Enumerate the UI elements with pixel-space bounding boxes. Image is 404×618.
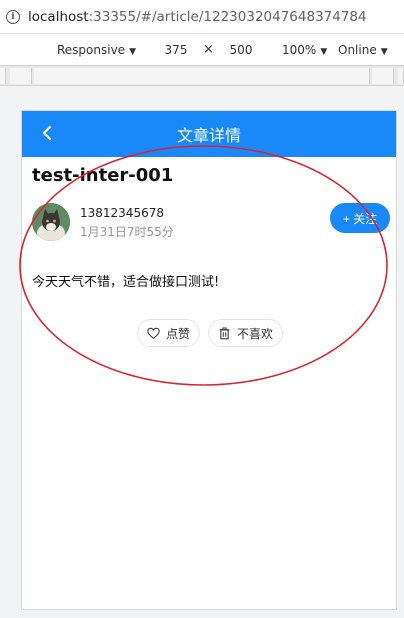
ruler-segment[interactable] — [398, 68, 404, 84]
avatar-image — [32, 203, 70, 241]
responsive-dropdown[interactable]: Responsive ▼ — [57, 43, 136, 57]
author-info: 13812345678 1月31日7时55分 + 关注 — [32, 203, 390, 243]
like-button[interactable]: 点赞 — [136, 319, 200, 347]
caret-down-icon: ▼ — [320, 47, 328, 57]
author-name: 13812345678 — [80, 206, 164, 220]
caret-down-icon: ▼ — [380, 47, 388, 57]
dislike-button[interactable]: 不喜欢 — [208, 319, 284, 347]
ruler-segment[interactable] — [0, 68, 6, 84]
network-dropdown[interactable]: Online ▼ — [338, 43, 388, 57]
article-title: test-inter-001 — [32, 165, 174, 186]
times-sign: × — [203, 42, 214, 57]
follow-button[interactable]: + 关注 — [330, 203, 390, 233]
page-title: 文章详情 — [176, 126, 241, 145]
dislike-label: 不喜欢 — [237, 326, 274, 341]
ruler-segment[interactable] — [10, 68, 32, 84]
article-content: 今天天气不错，适合做接口测试! — [32, 275, 220, 290]
heart-icon — [147, 327, 160, 339]
zoom-dropdown[interactable]: 100% ▼ — [282, 43, 327, 57]
browser-address-bar[interactable]: i localhost:33355/#/article/122303204764… — [0, 0, 404, 34]
ruler-segment[interactable] — [372, 68, 394, 84]
height-input[interactable]: 500 — [216, 40, 266, 60]
device-toolbar: Responsive ▼ 375 × 500 100% ▼ Online ▼ — [0, 34, 404, 66]
caret-down-icon: ▼ — [129, 47, 136, 57]
trash-icon — [219, 326, 230, 339]
width-input[interactable]: 375 — [151, 40, 201, 60]
avatar[interactable] — [32, 203, 70, 241]
article-actions: 点赞 不喜欢 — [22, 319, 396, 347]
like-label: 点赞 — [165, 326, 190, 341]
ruler-segment[interactable] — [34, 68, 370, 84]
device-viewport: 文章详情 test-inter-001 13812345678 1月31日7时5… — [21, 110, 397, 610]
publish-time: 1月31日7时55分 — [80, 225, 174, 239]
nav-bar: 文章详情 — [22, 111, 396, 157]
info-icon[interactable]: i — [6, 9, 20, 24]
url-text[interactable]: localhost:33355/#/article/12230320476483… — [28, 9, 367, 25]
back-arrow-icon[interactable] — [38, 123, 58, 143]
media-query-ruler[interactable] — [0, 66, 404, 86]
